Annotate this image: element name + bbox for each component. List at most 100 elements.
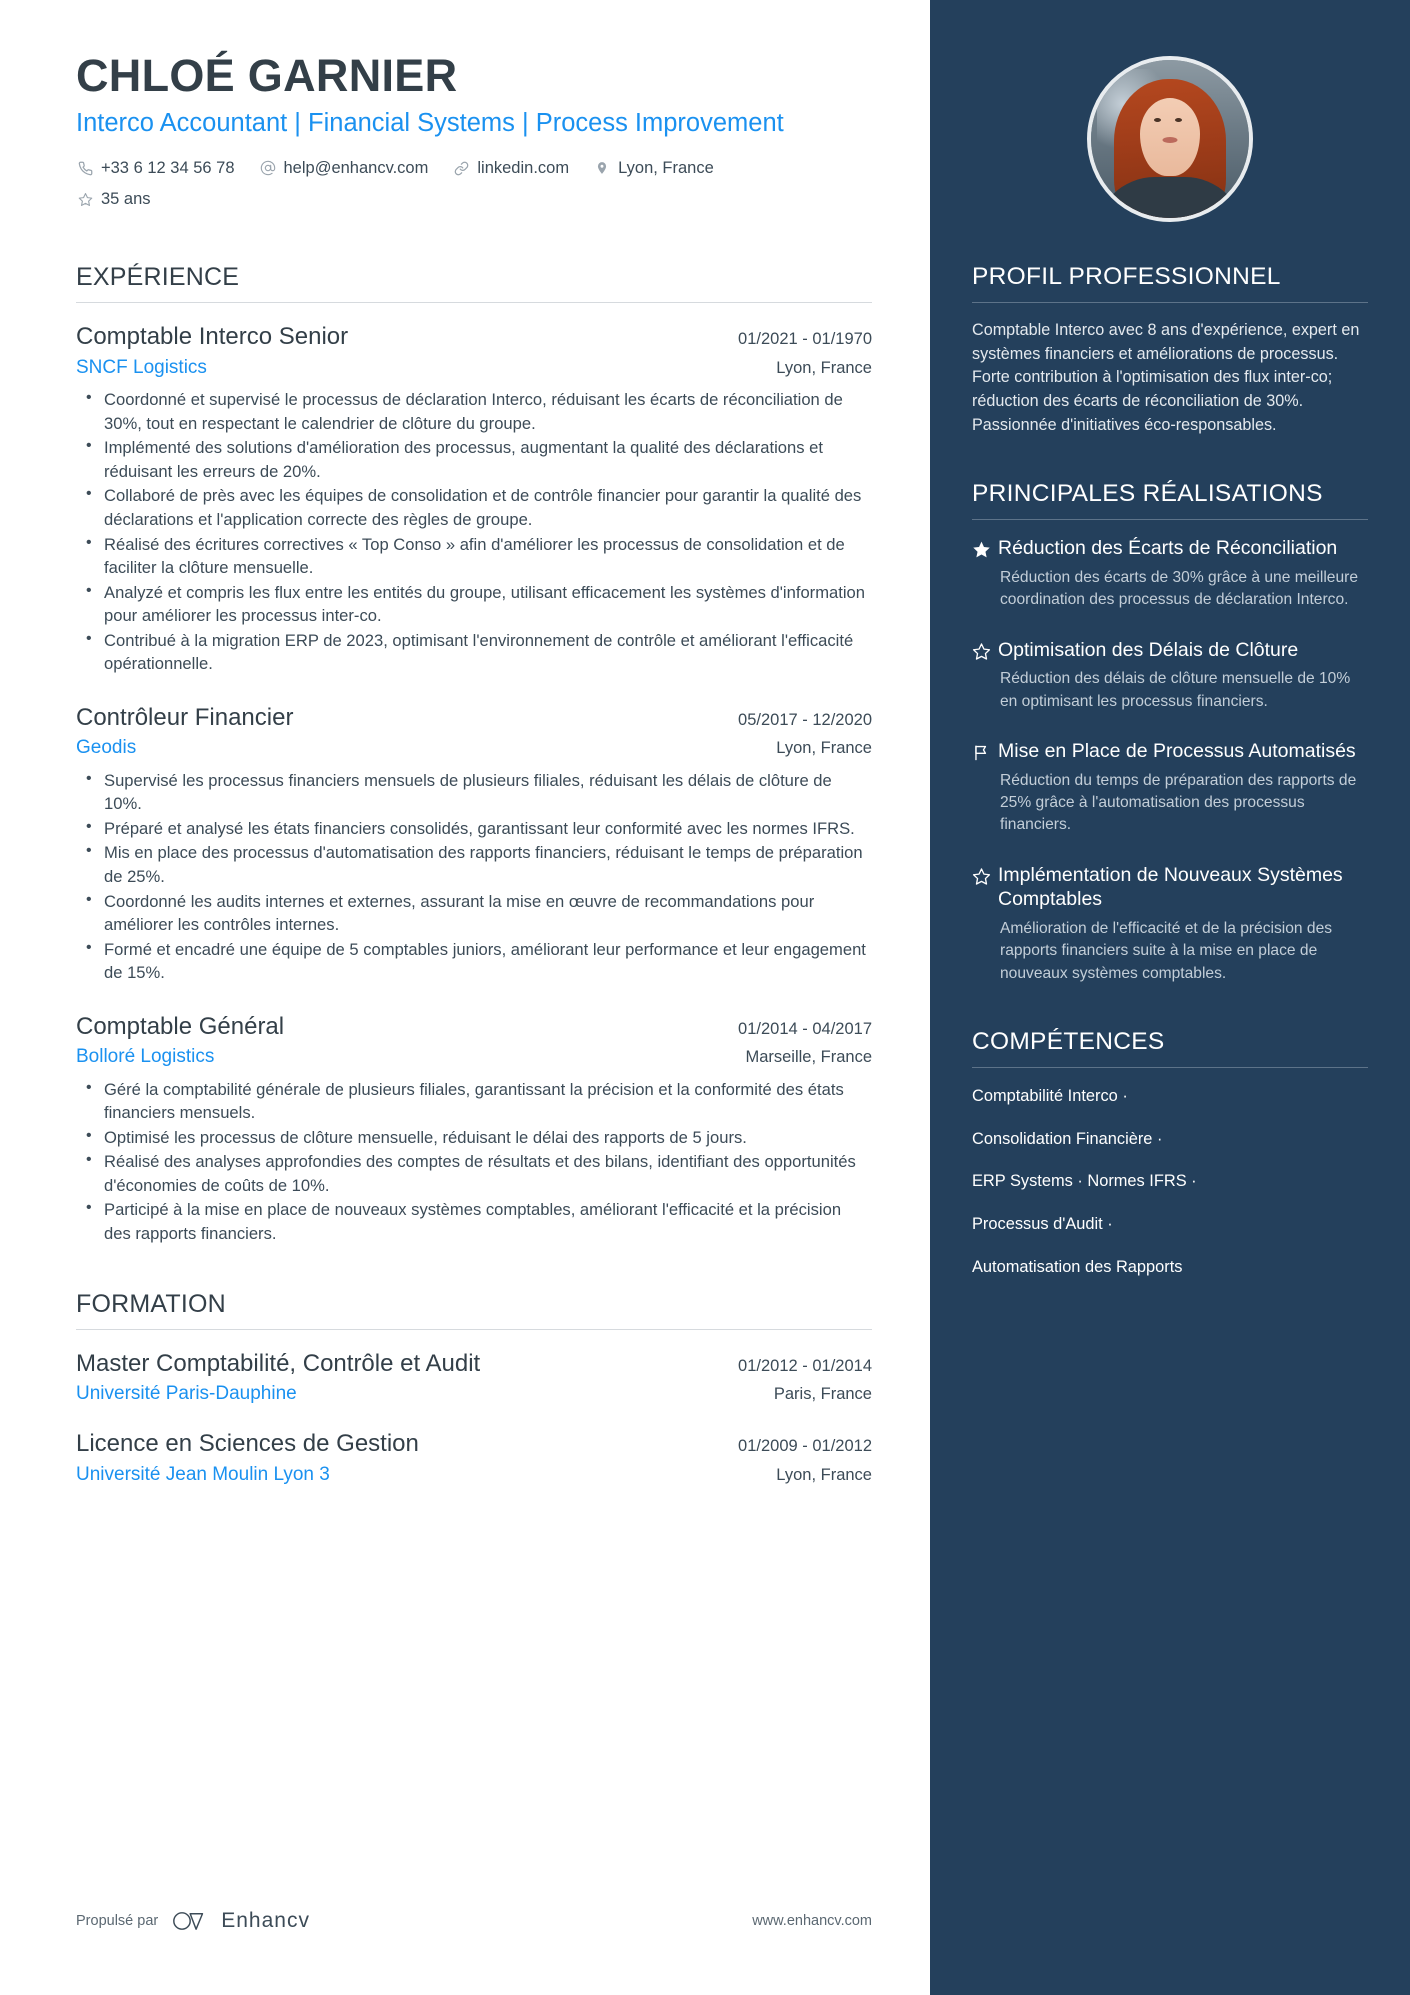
- list-item: Formé et encadré une équipe de 5 comptab…: [76, 937, 872, 985]
- achievement-item: Mise en Place de Processus Automatisés R…: [972, 739, 1368, 837]
- list-item: Géré la comptabilité générale de plusieu…: [76, 1077, 872, 1125]
- job-title: Contrôleur Financier: [76, 703, 294, 731]
- achievement-title: Optimisation des Délais de Clôture: [998, 638, 1299, 661]
- achievement-description: Réduction des délais de clôture mensuell…: [1000, 670, 1351, 710]
- job-company[interactable]: Geodis: [76, 735, 136, 761]
- star-outline-icon: [972, 863, 998, 985]
- contact-phone[interactable]: +33 6 12 34 56 78: [76, 156, 235, 181]
- achievements-heading: PRINCIPALES RÉALISATIONS: [972, 480, 1323, 508]
- achievement-description: Amélioration de l'efficacité et de la pr…: [1000, 920, 1333, 982]
- job-date: 01/2021 - 01/1970: [738, 330, 872, 349]
- job-location: Marseille, France: [745, 1048, 872, 1067]
- list-item: Participé à la mise en place de nouveaux…: [76, 1197, 872, 1245]
- location-pin-icon: [593, 159, 611, 177]
- divider: [76, 1328, 872, 1330]
- page-title: CHLOÉ GARNIER: [76, 50, 458, 101]
- achievement-description: Réduction des écarts de 30% grâce à une …: [1000, 568, 1359, 609]
- degree-title: Licence en Sciences de Gestion: [76, 1430, 419, 1458]
- job-date: 01/2014 - 04/2017: [738, 1019, 872, 1038]
- list-item: Préparé et analysé les états financiers …: [76, 816, 872, 841]
- contact-location-text: Lyon, France: [618, 158, 714, 177]
- job-location: Lyon, France: [776, 358, 872, 377]
- contact-list: +33 6 12 34 56 78 help@enhancv.com linke…: [76, 156, 806, 218]
- school-name[interactable]: Université Jean Moulin Lyon 3: [76, 1462, 330, 1488]
- contact-age: 35 ans: [76, 187, 151, 212]
- degree-title: Master Comptabilité, Contrôle et Audit: [76, 1349, 481, 1377]
- achievement-title: Réduction des Écarts de Réconciliation: [998, 537, 1338, 560]
- divider: [76, 302, 872, 304]
- list-item: Mis en place des processus d'automatisat…: [76, 840, 872, 888]
- job-bullets: Supervisé les processus financiers mensu…: [76, 768, 872, 985]
- contact-phone-text: +33 6 12 34 56 78: [101, 158, 235, 177]
- flag-icon: [972, 739, 998, 837]
- star-filled-icon: [972, 536, 998, 611]
- footer: Propulsé par Enhancv www.enhancv.com: [76, 1909, 872, 1933]
- achievement-item: Optimisation des Délais de Clôture Réduc…: [972, 638, 1368, 713]
- list-item: Implémenté des solutions d'amélioration …: [76, 435, 872, 483]
- school-location: Paris, France: [773, 1384, 872, 1403]
- job-date: 05/2017 - 12/2020: [738, 710, 872, 729]
- education-heading: FORMATION: [76, 1289, 226, 1318]
- list-item: Coordonné les audits internes et externe…: [76, 889, 872, 937]
- contact-email-text: help@enhancv.com: [283, 158, 429, 177]
- degree-date: 01/2009 - 01/2012: [738, 1437, 872, 1456]
- experience-entry: Comptable Général 01/2014 - 04/2017 Boll…: [76, 1011, 872, 1246]
- skills-heading: COMPÉTENCES: [972, 1028, 1165, 1056]
- website-url[interactable]: www.enhancv.com: [752, 1913, 872, 1929]
- achievement-item: Implémentation de Nouveaux Systèmes Comp…: [972, 863, 1368, 985]
- professional-headline: Interco Accountant | Financial Systems |…: [76, 109, 784, 138]
- skill-line: Processus d'Audit ·: [972, 1215, 1113, 1234]
- skill-line: Automatisation des Rapports: [972, 1257, 1183, 1276]
- job-bullets: Géré la comptabilité générale de plusieu…: [76, 1077, 872, 1246]
- list-item: Supervisé les processus financiers mensu…: [76, 768, 872, 816]
- divider: [972, 519, 1368, 521]
- profile-section: PROFIL PROFESSIONNEL Comptable Interco a…: [972, 262, 1368, 437]
- profile-heading: PROFIL PROFESSIONNEL: [972, 263, 1281, 290]
- experience-section: EXPÉRIENCE Comptable Interco Senior 01/2…: [76, 263, 872, 1245]
- job-company[interactable]: Bolloré Logistics: [76, 1044, 214, 1070]
- star-outline-icon: [76, 190, 94, 208]
- education-entry: Licence en Sciences de Gestion 01/2009 -…: [76, 1428, 872, 1487]
- enhancv-mark-icon: [173, 1912, 204, 1930]
- list-item: Optimisé les processus de clôture mensue…: [76, 1125, 872, 1150]
- job-location: Lyon, France: [776, 739, 872, 758]
- contact-linkedin-text: linkedin.com: [477, 158, 570, 177]
- sidebar: PROFIL PROFESSIONNEL Comptable Interco a…: [930, 0, 1410, 1995]
- education-section: FORMATION Master Comptabilité, Contrôle …: [76, 1290, 872, 1488]
- job-title: Comptable Interco Senior: [76, 323, 349, 351]
- school-name[interactable]: Université Paris-Dauphine: [76, 1381, 297, 1407]
- experience-entry: Comptable Interco Senior 01/2021 - 01/19…: [76, 321, 872, 676]
- job-company[interactable]: SNCF Logistics: [76, 355, 207, 381]
- skill-line: Comptabilité Interco ·: [972, 1087, 1128, 1106]
- contact-email[interactable]: help@enhancv.com: [259, 156, 429, 181]
- contact-location: Lyon, France: [593, 156, 714, 181]
- achievement-title: Implémentation de Nouveaux Systèmes Comp…: [998, 863, 1343, 911]
- degree-date: 01/2012 - 01/2014: [738, 1356, 872, 1375]
- education-entry: Master Comptabilité, Contrôle et Audit 0…: [76, 1348, 872, 1407]
- divider: [972, 301, 1368, 303]
- enhancv-logo: Enhancv: [172, 1909, 310, 1933]
- divider: [972, 1067, 1368, 1069]
- list-item: Réalisé des analyses approfondies des co…: [76, 1149, 872, 1197]
- experience-heading: EXPÉRIENCE: [76, 263, 240, 292]
- avatar-container: [972, 50, 1368, 262]
- link-icon: [452, 159, 470, 177]
- achievements-section: PRINCIPALES RÉALISATIONS Réduction des É…: [972, 479, 1368, 985]
- skill-line: ERP Systems · Normes IFRS ·: [972, 1172, 1197, 1191]
- contact-linkedin[interactable]: linkedin.com: [452, 156, 569, 181]
- main-column: CHLOÉ GARNIER Interco Accountant | Finan…: [0, 0, 930, 1995]
- avatar: [1087, 56, 1253, 222]
- achievement-item: Réduction des Écarts de Réconciliation R…: [972, 536, 1368, 611]
- achievement-description: Réduction du temps de préparation des ra…: [1000, 771, 1357, 834]
- email-icon: [259, 159, 277, 177]
- list-item: Réalisé des écritures correctives « Top …: [76, 532, 872, 580]
- experience-entry: Contrôleur Financier 05/2017 - 12/2020 G…: [76, 702, 872, 985]
- resume-page: CHLOÉ GARNIER Interco Accountant | Finan…: [0, 0, 1410, 1995]
- list-item: Contribué à la migration ERP de 2023, op…: [76, 628, 872, 676]
- skill-line: Consolidation Financière ·: [972, 1129, 1163, 1148]
- skills-section: COMPÉTENCES Comptabilité Interco · Conso…: [972, 1027, 1368, 1279]
- profile-text: Comptable Interco avec 8 ans d'expérienc…: [972, 320, 1360, 434]
- list-item: Analyzé et compris les flux entre les en…: [76, 580, 872, 628]
- contact-age-text: 35 ans: [101, 189, 151, 208]
- brand-name: Enhancv: [221, 1909, 310, 1932]
